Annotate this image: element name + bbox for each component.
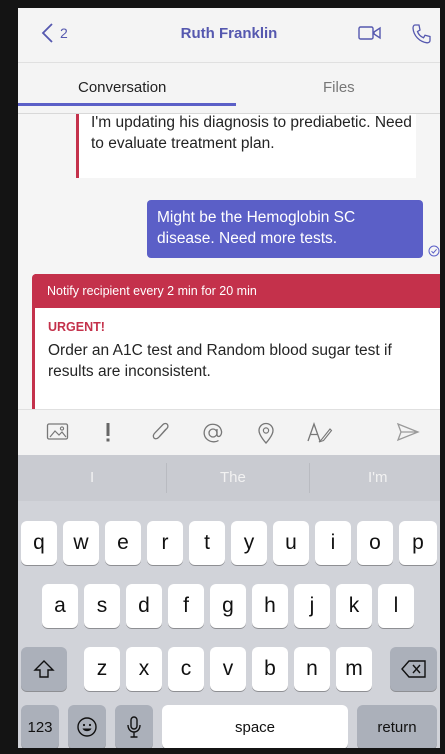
attach-icon[interactable] (150, 421, 172, 445)
key-p[interactable]: p (399, 521, 437, 565)
incoming-message[interactable]: I'm updating his diagnosis to prediabeti… (76, 114, 416, 178)
predictive-bar: I The I'm (18, 455, 440, 501)
urgent-message-text[interactable]: Order an A1C test and Random blood sugar… (48, 340, 430, 382)
ios-keyboard: I The I'm q w e r t y u i o p a s d f g … (18, 455, 440, 748)
key-b[interactable]: b (252, 647, 288, 691)
key-u[interactable]: u (273, 521, 309, 565)
urgent-label: URGENT! (48, 320, 105, 334)
backspace-icon (400, 660, 426, 678)
space-key[interactable]: space (162, 705, 348, 748)
video-call-icon[interactable] (358, 23, 382, 43)
image-icon[interactable] (46, 421, 70, 443)
key-f[interactable]: f (168, 584, 204, 628)
backspace-key[interactable] (390, 647, 437, 691)
key-y[interactable]: y (231, 521, 267, 565)
key-d[interactable]: d (126, 584, 162, 628)
key-x[interactable]: x (126, 647, 162, 691)
sent-check-icon (428, 245, 440, 257)
urgent-message-card[interactable]: Notify recipient every 2 min for 20 min … (32, 274, 440, 409)
tab-conversation[interactable]: Conversation (78, 79, 166, 96)
suggestion-divider (166, 463, 167, 493)
active-tab-indicator (18, 103, 236, 106)
key-j[interactable]: j (294, 584, 330, 628)
screenshot-frame: 2 Ruth Franklin Conversation Files I'm u… (0, 0, 445, 754)
emoji-key[interactable] (68, 705, 106, 748)
notify-banner: Notify recipient every 2 min for 20 min (35, 274, 440, 308)
key-m[interactable]: m (336, 647, 372, 691)
numbers-key[interactable]: 123 (21, 705, 59, 748)
shift-key[interactable] (21, 647, 67, 691)
send-icon[interactable] (396, 421, 420, 443)
key-i[interactable]: i (315, 521, 351, 565)
key-h[interactable]: h (252, 584, 288, 628)
tab-files[interactable]: Files (323, 79, 355, 96)
mention-icon[interactable] (201, 421, 225, 445)
conversation-area[interactable]: I'm updating his diagnosis to prediabeti… (18, 114, 440, 409)
key-n[interactable]: n (294, 647, 330, 691)
key-z[interactable]: z (84, 647, 120, 691)
priority-icon[interactable] (102, 421, 114, 443)
dictation-key[interactable] (115, 705, 153, 748)
suggestion-1[interactable]: I (90, 469, 94, 486)
key-s[interactable]: s (84, 584, 120, 628)
key-g[interactable]: g (210, 584, 246, 628)
suggestion-divider (309, 463, 310, 493)
format-text-icon[interactable] (305, 421, 333, 445)
tab-bar: Conversation Files (18, 63, 440, 114)
key-t[interactable]: t (189, 521, 225, 565)
key-k[interactable]: k (336, 584, 372, 628)
key-v[interactable]: v (210, 647, 246, 691)
key-e[interactable]: e (105, 521, 141, 565)
key-q[interactable]: q (21, 521, 57, 565)
phone-screen: 2 Ruth Franklin Conversation Files I'm u… (18, 8, 440, 748)
suggestion-3[interactable]: I'm (368, 469, 388, 486)
location-icon[interactable] (256, 421, 276, 445)
chat-header: 2 Ruth Franklin (18, 8, 440, 63)
return-key[interactable]: return (357, 705, 437, 748)
suggestion-2[interactable]: The (220, 469, 246, 486)
key-a[interactable]: a (42, 584, 78, 628)
key-w[interactable]: w (63, 521, 99, 565)
microphone-icon (127, 716, 141, 738)
key-l[interactable]: l (378, 584, 414, 628)
key-r[interactable]: r (147, 521, 183, 565)
key-c[interactable]: c (168, 647, 204, 691)
compose-toolbar (18, 409, 440, 455)
key-o[interactable]: o (357, 521, 393, 565)
phone-call-icon[interactable] (411, 23, 431, 45)
shift-icon (33, 660, 55, 678)
outgoing-message[interactable]: Might be the Hemoglobin SC disease. Need… (147, 200, 423, 258)
emoji-icon (77, 717, 97, 737)
